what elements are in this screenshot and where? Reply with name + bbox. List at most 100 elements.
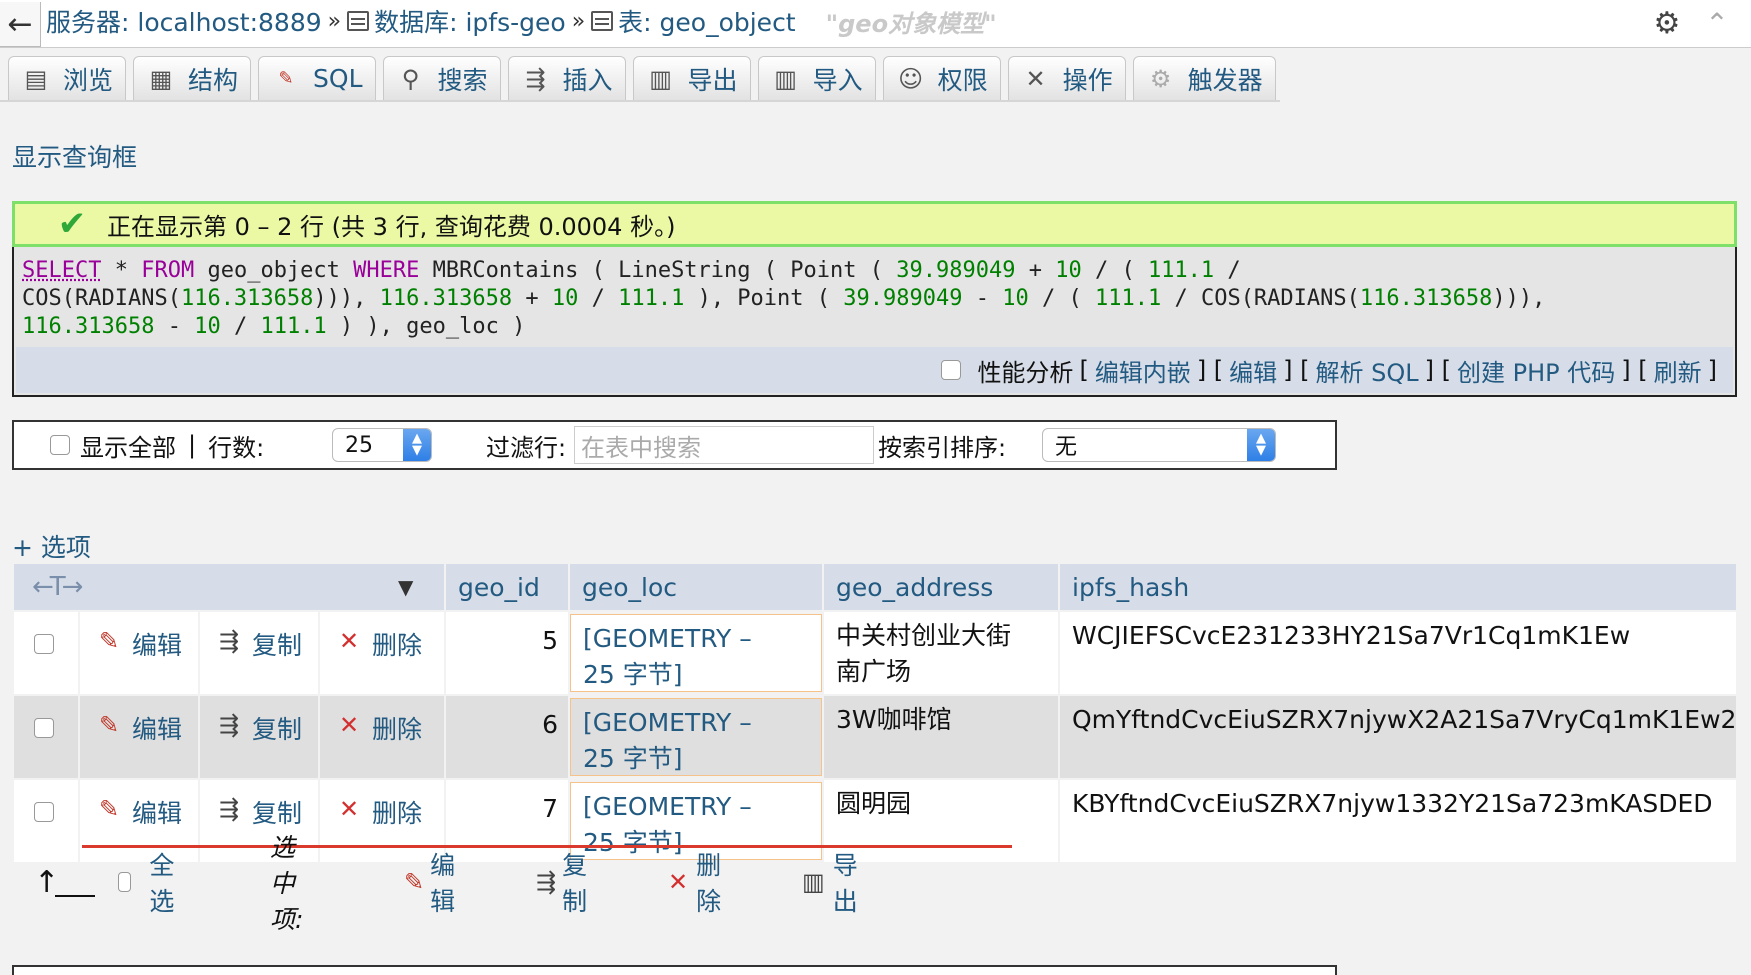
breadcrumb-table[interactable]: 表: geo_object (591, 3, 796, 39)
copy-button[interactable]: ⇶ 复制 (200, 612, 318, 694)
breadcrumb-server[interactable]: 服务器: localhost:8889 (46, 3, 322, 39)
column-header-geo-loc[interactable]: geo_loc (570, 564, 822, 610)
edit-button[interactable]: ✎ 编辑 (80, 612, 198, 694)
collapse-up-icon[interactable]: ⌃ (1700, 6, 1734, 40)
pencil-icon: ✎ (98, 627, 120, 655)
database-label[interactable]: 数据库: ipfs-geo (374, 3, 566, 39)
tab-browse[interactable]: ▤ 浏览 (8, 56, 127, 100)
geo-loc-text[interactable]: 25 字节] (583, 657, 811, 693)
back-arrow-icon[interactable]: ← (0, 2, 41, 47)
export-icon: ▥ (649, 64, 672, 93)
row-checkbox[interactable] (34, 802, 54, 822)
sort-select-wrap: 无 ▲ ▼ (1042, 422, 1276, 468)
export-icon: ▥ (802, 868, 825, 896)
column-title[interactable]: ipfs_hash (1072, 573, 1189, 602)
bulk-edit-label[interactable]: 编辑 (430, 846, 455, 918)
bulk-export-label[interactable]: 导出 (833, 846, 858, 918)
rows-select-wrap: 25 ▲ ▼ (332, 422, 432, 468)
edit-label: 编辑 (132, 715, 183, 744)
delete-x-icon: ✕ (338, 711, 360, 739)
breadcrumb: 服务器: localhost:8889 » 数据库: ipfs-geo » 表:… (46, 4, 997, 38)
ipfs-hash-cell: KBYftndCvcEiuSZRX7njyw1332Y21Sa723mKASDE… (1060, 780, 1736, 862)
delete-button[interactable]: ✕ 删除 (320, 696, 444, 778)
tab-export[interactable]: ▥ 导出 (632, 56, 751, 100)
checkmark-icon: ✔ (57, 204, 87, 244)
bracket: [ (1079, 356, 1089, 384)
tab-label: 搜索 (437, 65, 488, 95)
column-title[interactable]: geo_loc (582, 573, 677, 602)
table-header-controls: ←T→ ▼ (14, 564, 444, 610)
tab-triggers[interactable]: ⚙ 触发器 (1132, 56, 1276, 100)
profiling-checkbox[interactable] (941, 360, 962, 380)
geo-address-cell: 3W咖啡馆 (824, 696, 1058, 778)
success-message: ✔ 正在显示第 0 – 2 行 (共 3 行, 查询花费 0.0004 秒。) (12, 201, 1737, 247)
geo-loc-cell[interactable]: [GEOMETRY – 25 字节] (570, 698, 822, 776)
copy-label: 复制 (252, 715, 303, 744)
check-all-group[interactable]: 全选 (118, 851, 181, 916)
geo-loc-text[interactable]: [GEOMETRY – (583, 789, 811, 825)
column-resize-icon[interactable]: ←T→ (32, 572, 83, 602)
column-title[interactable]: geo_address (836, 573, 993, 602)
edit-button[interactable]: ✎ 编辑 (80, 696, 198, 778)
column-title[interactable]: geo_id (458, 573, 540, 602)
bulk-edit-button[interactable]: ✎ 编辑 (404, 851, 455, 916)
bulk-delete-button[interactable]: ✕ 删除 (668, 851, 721, 916)
create-php-link[interactable]: 创建 PHP 代码 (1457, 353, 1615, 388)
breadcrumb-database[interactable]: 数据库: ipfs-geo (347, 3, 566, 39)
tab-privileges[interactable]: ☺ 权限 (882, 56, 1001, 100)
sort-dropdown-icon[interactable]: ▼ (398, 575, 413, 599)
column-header-geo-id[interactable]: geo_id (446, 564, 568, 610)
explain-sql-link[interactable]: 解析 SQL (1316, 353, 1419, 388)
bulk-export-button[interactable]: ▥ 导出 (802, 851, 858, 916)
filter-group: 过滤行: (486, 422, 566, 468)
delete-label: 删除 (372, 715, 423, 744)
tab-import[interactable]: ▥ 导入 (757, 56, 876, 100)
delete-button[interactable]: ✕ 删除 (320, 780, 444, 862)
gears-icon[interactable]: ⚙ (1650, 6, 1684, 41)
check-all-label[interactable]: 全选 (149, 846, 181, 918)
tab-sql[interactable]: ✎ SQL (258, 56, 376, 100)
geo-loc-text[interactable]: [GEOMETRY – (583, 705, 811, 741)
rows-select[interactable]: 25 ▲ ▼ (332, 428, 432, 462)
tab-label: 触发器 (1187, 65, 1263, 95)
tab-search[interactable]: ⚲ 搜索 (382, 56, 501, 100)
show-query-box-link[interactable]: 显示查询框 (12, 138, 137, 174)
column-header-geo-address[interactable]: geo_address (824, 564, 1058, 610)
bulk-copy-button[interactable]: ⇶ 复制 (536, 851, 587, 916)
show-all-checkbox[interactable] (50, 435, 70, 455)
insert-icon: ⇶ (525, 64, 546, 93)
rows-label: 行数: (208, 433, 265, 462)
refresh-link[interactable]: 刷新 (1654, 353, 1702, 388)
geo-loc-text[interactable]: 25 字节] (583, 741, 811, 777)
table-label[interactable]: 表: geo_object (618, 3, 795, 39)
import-icon: ▥ (774, 64, 797, 93)
tab-label: SQL (313, 64, 363, 93)
geo-id-cell: 5 (446, 612, 568, 694)
sort-select[interactable]: 无 ▲ ▼ (1042, 428, 1276, 462)
tab-structure[interactable]: ▦ 结构 (133, 56, 252, 100)
geo-loc-cell[interactable]: [GEOMETRY – 25 字节] (570, 614, 822, 692)
tab-insert[interactable]: ⇶ 插入 (507, 56, 626, 100)
column-header-ipfs-hash[interactable]: ipfs_hash (1060, 564, 1736, 610)
tab-operations[interactable]: ✕ 操作 (1007, 56, 1126, 100)
copy-label: 复制 (252, 799, 303, 828)
delete-button[interactable]: ✕ 删除 (320, 612, 444, 694)
breadcrumb-separator: » (571, 8, 586, 34)
select-arrows-icon: ▲ ▼ (1247, 429, 1275, 461)
sql-code: SELECT * FROM geo_object WHERE MBRContai… (22, 258, 1546, 339)
bulk-delete-label[interactable]: 删除 (696, 846, 721, 918)
pencil-icon: ✎ (98, 711, 120, 739)
row-checkbox[interactable] (34, 718, 54, 738)
show-all-group: 显示全部 | 行数: (50, 422, 264, 468)
copy-button[interactable]: ⇶ 复制 (200, 696, 318, 778)
options-link[interactable]: + 选项 (12, 528, 91, 564)
edit-inline-link[interactable]: 编辑内嵌 (1095, 353, 1191, 388)
geo-loc-text[interactable]: [GEOMETRY – (583, 621, 811, 657)
check-all-checkbox[interactable] (118, 872, 132, 892)
row-checkbox[interactable] (34, 634, 54, 654)
server-label[interactable]: 服务器: localhost:8889 (46, 3, 322, 39)
bulk-copy-label[interactable]: 复制 (562, 846, 587, 918)
pencil-icon: ✎ (98, 795, 120, 823)
edit-query-link[interactable]: 编辑 (1229, 353, 1277, 388)
filter-input[interactable]: 在表中搜索 (574, 426, 874, 464)
